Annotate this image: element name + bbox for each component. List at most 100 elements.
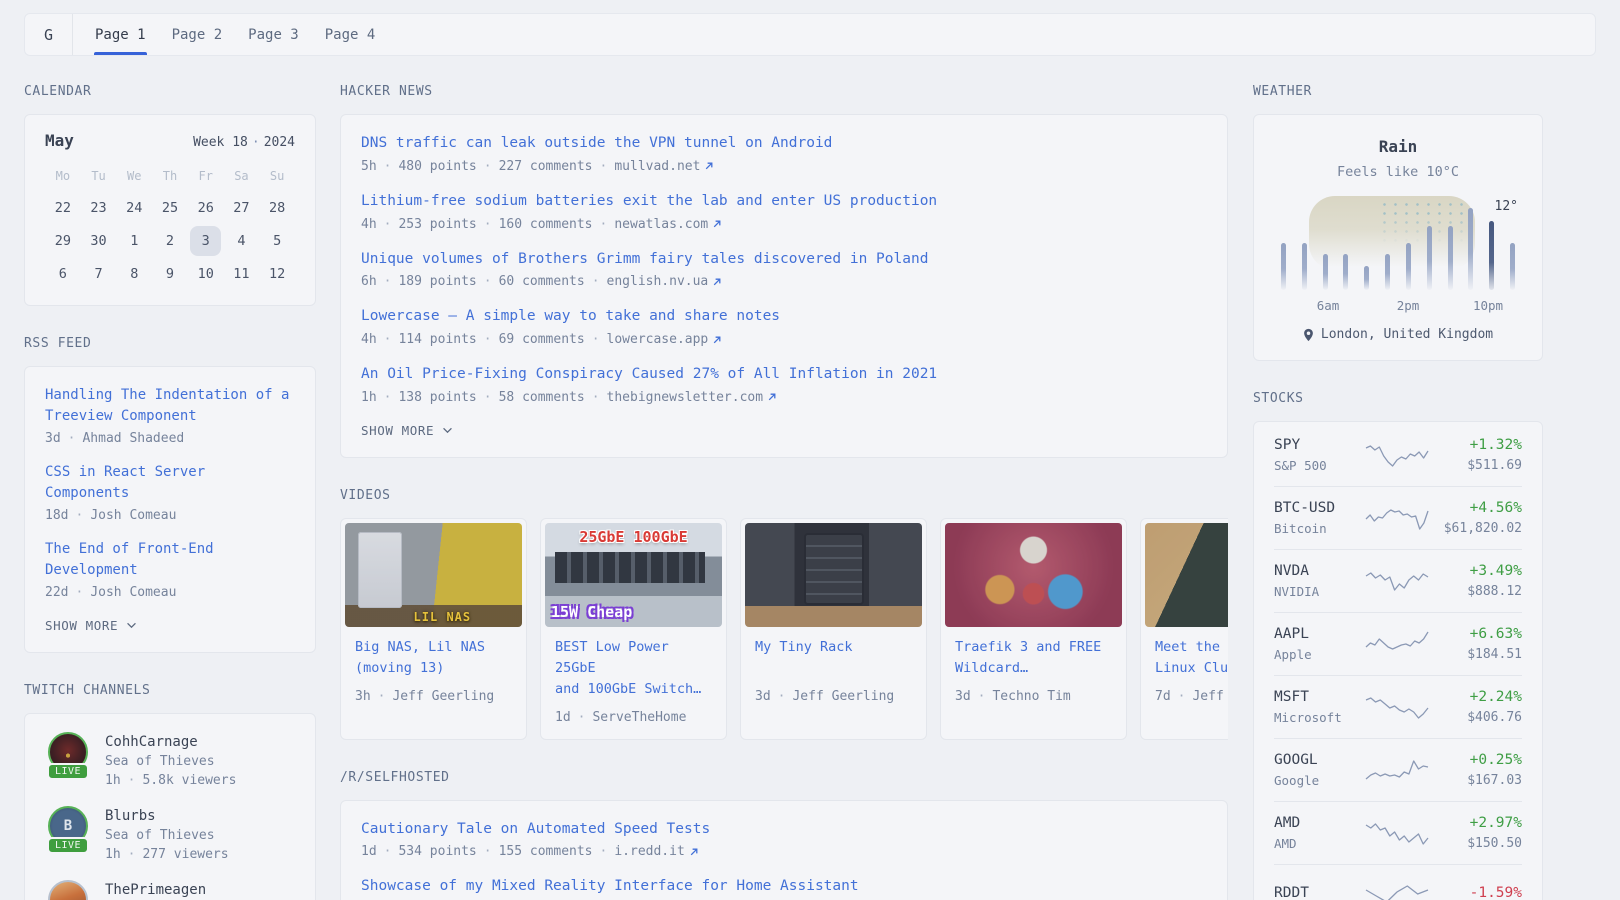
- twitch-channel-name[interactable]: CohhCarnage: [105, 732, 236, 750]
- reddit-item-title[interactable]: Showcase of my Mixed Reality Interface f…: [361, 876, 1207, 898]
- stock-sparkline-wrap: [1365, 818, 1431, 848]
- tab-page-3[interactable]: Page 3: [247, 14, 300, 55]
- show-more-label: SHOW MORE: [45, 618, 118, 633]
- show-more-button[interactable]: SHOW MORE: [361, 423, 453, 438]
- stock-name: Google: [1274, 773, 1365, 788]
- weather-section-label: WEATHER: [1253, 84, 1543, 99]
- source-domain-link[interactable]: lowercase.app: [607, 332, 709, 347]
- rss-section-label: RSS FEED: [24, 336, 316, 351]
- stock-sparkline-wrap: [1365, 440, 1431, 470]
- separator-dot: ·: [484, 159, 492, 174]
- hackernews-item-title[interactable]: Unique volumes of Brothers Grimm fairy t…: [361, 249, 1207, 271]
- source-domain-link[interactable]: english.nv.ua: [607, 274, 709, 289]
- twitch-channel-name[interactable]: ThePrimeagen: [105, 880, 206, 898]
- rss-item-title[interactable]: Handling The Indentation of aTreeview Co…: [45, 385, 295, 427]
- calendar-day: 25: [152, 192, 188, 223]
- videos-row: LIL NASBig NAS, Lil NAS(moving 13)3h·Jef…: [340, 518, 1228, 740]
- weather-bar: [1343, 254, 1348, 290]
- item-meta: 5h·480 points·227 comments·mullvad.net: [361, 159, 1207, 174]
- external-link-icon: [704, 161, 714, 171]
- stock-ticker: BTC-USD: [1274, 500, 1365, 516]
- weather-bar: [1468, 208, 1473, 290]
- tab-page-2[interactable]: Page 2: [171, 14, 224, 55]
- calendar-weekday: Su: [259, 169, 295, 183]
- item-meta: 1d·534 points·155 comments·i.redd.it: [361, 844, 1207, 859]
- hackernews-item-title[interactable]: DNS traffic can leak outside the VPN tun…: [361, 133, 1207, 155]
- stock-sparkline-wrap: [1365, 755, 1431, 785]
- twitch-channel[interactable]: LIVECohhCarnageSea of Thieves1h·5.8k vie…: [45, 732, 295, 788]
- video-thumbnail[interactable]: [745, 523, 922, 627]
- twitch-channel[interactable]: ThePrimeagen: [45, 880, 295, 900]
- rss-item: Handling The Indentation of aTreeview Co…: [45, 385, 295, 446]
- calendar-weekday-row: MoTuWeThFrSaSu: [45, 169, 295, 183]
- source-domain-link[interactable]: i.redd.it: [614, 844, 684, 859]
- separator-dot: ·: [778, 689, 786, 704]
- source-domain-link[interactable]: thebignewsletter.com: [607, 390, 764, 405]
- chevron-down-icon: [442, 427, 453, 434]
- show-more-button[interactable]: SHOW MORE: [45, 618, 137, 633]
- calendar-day: 8: [116, 258, 152, 289]
- video-title[interactable]: BEST Low Power 25GbEand 100GbE Switch…: [555, 637, 712, 700]
- rss-item-title[interactable]: The End of Front-EndDevelopment: [45, 539, 295, 581]
- video-thumbnail[interactable]: 25GbE 100GbE15W Cheap: [545, 523, 722, 627]
- separator-dot: ·: [484, 332, 492, 347]
- stock-name: S&P 500: [1274, 458, 1365, 473]
- separator-dot: ·: [384, 217, 392, 232]
- stock-sparkline: [1365, 566, 1429, 596]
- logo[interactable]: G: [25, 14, 73, 55]
- hackernews-item-title[interactable]: Lithium-free sodium batteries exit the l…: [361, 191, 1207, 213]
- center-column: HACKER NEWS DNS traffic can leak outside…: [340, 84, 1228, 900]
- external-link-icon: [689, 847, 699, 857]
- weather-widget: WEATHER Rain Feels like 10°C 12° 6am2pm1…: [1253, 84, 1543, 361]
- video-thumbnail[interactable]: [945, 523, 1122, 627]
- reddit-item-title[interactable]: Cautionary Tale on Automated Speed Tests: [361, 819, 1207, 841]
- calendar-year: 2024: [264, 135, 295, 150]
- thumbnail-overlay-text: 15W Cheap: [551, 603, 632, 621]
- weather-bar: [1302, 243, 1307, 290]
- video-thumbnail[interactable]: FAS: [1145, 523, 1228, 627]
- hackernews-section-label: HACKER NEWS: [340, 84, 1228, 99]
- calendar-day: 12: [259, 258, 295, 289]
- hackernews-item-title[interactable]: An Oil Price-Fixing Conspiracy Caused 27…: [361, 364, 1207, 386]
- rss-item-title[interactable]: CSS in React Server Components: [45, 462, 295, 504]
- hackernews-item-title[interactable]: Lowercase – A simple way to take and sha…: [361, 306, 1207, 328]
- stock-row: SPYS&P 500+1.32%$511.69: [1274, 424, 1522, 486]
- stocks-card: SPYS&P 500+1.32%$511.69BTC-USDBitcoin+4.…: [1253, 421, 1543, 900]
- stock-info: BTC-USDBitcoin: [1274, 500, 1365, 536]
- separator-dot: ·: [384, 390, 392, 405]
- video-title[interactable]: Big NAS, Lil NAS(moving 13): [355, 637, 512, 679]
- video-thumbnail[interactable]: LIL NAS: [345, 523, 522, 627]
- weather-condition: Rain: [1272, 137, 1524, 156]
- stock-info: AAPLApple: [1274, 626, 1365, 662]
- twitch-channel-name[interactable]: Blurbs: [105, 806, 229, 824]
- video-title[interactable]: My Tiny Rack: [755, 637, 912, 679]
- weather-bar: [1385, 254, 1390, 290]
- tab-page-1[interactable]: Page 1: [94, 14, 147, 55]
- source-domain-link[interactable]: newatlas.com: [614, 217, 708, 232]
- rss-item: CSS in React Server Components18d·Josh C…: [45, 462, 295, 523]
- video-card: Traefik 3 and FREEWildcard…3d·Techno Tim: [940, 518, 1127, 740]
- source-domain-link[interactable]: mullvad.net: [614, 159, 700, 174]
- calendar-week: Week 18: [193, 135, 248, 150]
- video-title[interactable]: Meet the newLinux Clus…: [1155, 637, 1228, 679]
- chevron-down-icon: [126, 622, 137, 629]
- weather-bar: [1281, 243, 1286, 290]
- calendar-month: May: [45, 131, 74, 150]
- twitch-channel-info: BlurbsSea of Thieves1h·277 viewers: [105, 806, 229, 862]
- item-meta: 1h·5.8k viewers: [105, 773, 236, 788]
- twitch-avatar-column: LIVE: [45, 732, 91, 788]
- video-title[interactable]: Traefik 3 and FREEWildcard…: [955, 637, 1112, 679]
- separator-dot: ·: [1178, 689, 1186, 704]
- weather-feels-like: Feels like 10°C: [1272, 164, 1524, 180]
- video-card: LIL NASBig NAS, Lil NAS(moving 13)3h·Jef…: [340, 518, 527, 740]
- video-card: My Tiny Rack3d·Jeff Geerling: [740, 518, 927, 740]
- calendar-day: 6: [45, 258, 81, 289]
- source-domain: thebignewsletter.com: [607, 390, 778, 405]
- hackernews-item: Unique volumes of Brothers Grimm fairy t…: [361, 249, 1207, 290]
- tab-page-4[interactable]: Page 4: [324, 14, 377, 55]
- calendar-day: 22: [45, 192, 81, 223]
- weather-bar: [1489, 221, 1494, 290]
- item-meta: 1d·ServeTheHome: [555, 710, 712, 725]
- separator-dot: ·: [484, 274, 492, 289]
- twitch-channel[interactable]: BLIVEBlurbsSea of Thieves1h·277 viewers: [45, 806, 295, 862]
